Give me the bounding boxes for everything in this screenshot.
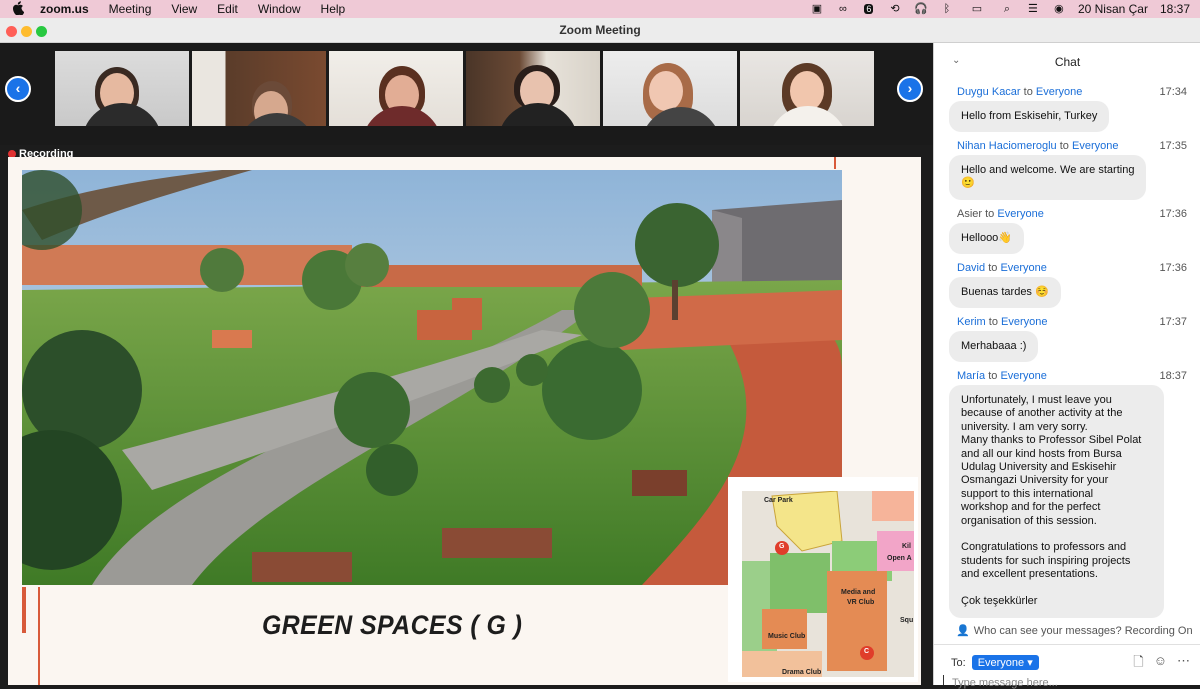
message-to-label: to (1023, 86, 1033, 98)
message-bubble[interactable]: Merhabaaa :) (949, 331, 1039, 363)
next-page-button[interactable]: › (897, 76, 923, 102)
recipient-value: Everyone (977, 657, 1025, 669)
map-label: Music Club (768, 633, 806, 640)
message-time: 17:37 (1159, 316, 1187, 328)
chat-title: Chat (1054, 55, 1081, 69)
video-gallery-strip: ‹ › (0, 43, 933, 145)
message-time: 17:36 (1159, 262, 1187, 274)
map-label: VR Club (847, 599, 875, 606)
headphones-icon[interactable]: 🎧 (914, 3, 928, 15)
message-sender[interactable]: Kerim (957, 316, 986, 328)
message-sender[interactable]: Duygu Kacar (957, 86, 1021, 98)
slide-accent-bar (22, 587, 26, 633)
more-icon[interactable]: ⋯ (1177, 653, 1190, 675)
message-recipient[interactable]: Everyone (997, 208, 1043, 220)
message-time: 17:34 (1159, 86, 1187, 98)
siri-icon[interactable]: ◉ (1052, 3, 1066, 15)
message-sender[interactable]: David (957, 262, 985, 274)
slide-title: GREEN SPACES ( G ) (262, 610, 523, 640)
message-recipient[interactable]: Everyone (1072, 140, 1118, 152)
slide-accent-line (38, 587, 40, 685)
site-map-inset: Car Park Media and VR Club Music Club Ki… (728, 477, 918, 682)
map-marker-g: G (779, 543, 785, 550)
divider (934, 644, 1200, 645)
message-time: 17:36 (1159, 208, 1187, 220)
menu-help[interactable]: Help (321, 2, 346, 16)
recipient-select[interactable]: Everyone ▾ (971, 655, 1039, 670)
message-sender[interactable]: María (957, 370, 985, 382)
control-center-icon[interactable]: ☰ (1026, 3, 1040, 15)
message-to-label: to (985, 208, 995, 220)
message-recipient[interactable]: Everyone (1001, 316, 1047, 328)
time-machine-icon[interactable]: ⟲ (888, 3, 902, 15)
message-sender[interactable]: Asier (957, 208, 982, 220)
menu-edit[interactable]: Edit (217, 2, 238, 16)
map-label: Kil (902, 543, 911, 550)
chat-panel: ⌄ Chat Duygu Kacar to Everyone 17:34 Hel… (933, 43, 1200, 689)
chat-tools: 🗋 ☺ ⋯ (1133, 653, 1190, 675)
participant-video-tile[interactable] (192, 51, 326, 126)
emoji-icon[interactable]: ☺ (1154, 653, 1167, 675)
menubar-clock: 18:37 (1159, 2, 1190, 16)
message-to-label: to (1059, 140, 1069, 152)
search-icon[interactable]: ⌕ (1000, 3, 1014, 15)
message-to-label: to (988, 316, 998, 328)
message-visibility-link[interactable]: 👤 Who can see your messages? Recording O… (956, 624, 1193, 638)
previous-page-button[interactable]: ‹ (5, 76, 31, 102)
to-label: To: (951, 656, 966, 669)
message-recipient[interactable]: Everyone (1000, 262, 1046, 274)
message-to-label: to (988, 370, 998, 382)
message-time: 17:35 (1159, 140, 1187, 152)
message-bubble[interactable]: Hello and welcome. We are starting 🙂 (949, 155, 1147, 200)
creative-cloud-icon[interactable]: ∞ (836, 3, 850, 15)
apple-menu-icon[interactable] (12, 0, 26, 18)
menubar-date: 20 Nisan Çar (1077, 2, 1148, 16)
menu-window[interactable]: Window (258, 2, 301, 16)
app-menu[interactable]: zoom.us (40, 2, 89, 16)
battery-icon[interactable]: ▭ (966, 3, 988, 15)
text-caret (943, 675, 944, 685)
message-bubble[interactable]: Unfortunately, I must leave you because … (949, 385, 1164, 618)
menu-bar: zoom.us Meeting View Edit Window Help ▣ … (0, 0, 1200, 18)
recipient-row: To: Everyone ▾ (951, 655, 1039, 670)
landscape-render-image (22, 170, 842, 585)
message-recipient[interactable]: Everyone (1000, 370, 1046, 382)
map-label: Open A (887, 555, 912, 562)
message-bubble[interactable]: Hellooo👋 (949, 223, 1024, 255)
map-label: Squ (900, 617, 914, 624)
zoom-status-icon[interactable]: ▣ (810, 3, 824, 15)
participant-video-tile[interactable] (329, 51, 463, 126)
map-marker-c: C (864, 648, 870, 655)
participant-video-tile[interactable] (55, 51, 189, 126)
chat-message-input[interactable]: Type message here... (952, 677, 1058, 689)
message-sender[interactable]: Nihan Haciomeroglu (957, 140, 1057, 152)
people-icon: 👤 (956, 625, 970, 637)
chat-header: ⌄ Chat (934, 43, 1200, 79)
map-label: Drama Club (782, 669, 822, 676)
message-bubble[interactable]: Buenas tardes ☺️ (949, 277, 1061, 309)
map-label: Media and (841, 589, 876, 596)
participant-video-tile[interactable] (603, 51, 737, 126)
message-to-label: to (988, 262, 998, 274)
message-bubble[interactable]: Hello from Eskisehir, Turkey (949, 101, 1110, 133)
participant-video-tile[interactable] (466, 51, 600, 126)
message-time: 18:37 (1159, 370, 1187, 382)
privacy-text: Who can see your messages? Recording On (973, 624, 1193, 637)
menu-meeting[interactable]: Meeting (109, 2, 152, 16)
shared-screen: GREEN SPACES ( G ) Car Park Media and VR… (8, 157, 921, 685)
participant-video-tile[interactable] (740, 51, 874, 126)
bluetooth-icon[interactable]: ᛒ (940, 3, 954, 15)
file-icon[interactable]: 🗋 (1133, 653, 1143, 675)
message-recipient[interactable]: Everyone (1036, 86, 1082, 98)
map-label: Car Park (764, 497, 793, 504)
window-title-bar: Zoom Meeting (0, 18, 1200, 43)
window-title: Zoom Meeting (559, 23, 641, 37)
menu-view[interactable]: View (171, 2, 197, 16)
notification-icon[interactable]: 6 (862, 3, 876, 15)
slide-accent-line (834, 157, 836, 169)
